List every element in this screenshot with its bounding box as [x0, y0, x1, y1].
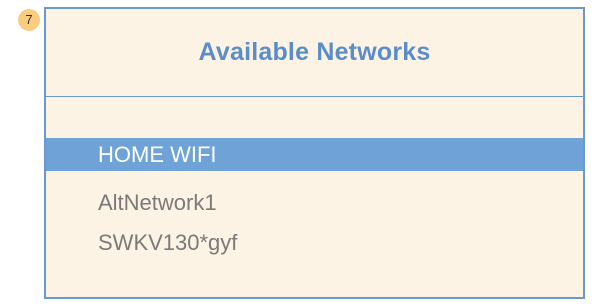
network-list: HOME WIFI AltNetwork1 SWKV130*gyf — [46, 138, 583, 266]
step-number-badge: 7 — [18, 9, 40, 31]
panel-title: Available Networks — [198, 38, 431, 66]
available-networks-panel: Available Networks HOME WIFI AltNetwork1… — [44, 7, 585, 299]
panel-header: Available Networks — [46, 9, 583, 97]
network-item-altnetwork1[interactable]: AltNetwork1 — [46, 186, 583, 220]
network-item-swkv130gyf[interactable]: SWKV130*gyf — [46, 226, 583, 260]
network-item-home-wifi[interactable]: HOME WIFI — [46, 138, 583, 171]
